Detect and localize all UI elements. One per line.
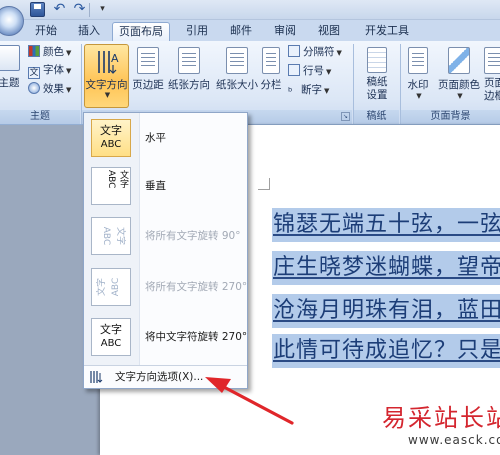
font-icon: 文 [28,67,40,79]
quick-access-separator [89,3,90,17]
draft-settings-button[interactable]: 稿纸 设置 [356,47,398,107]
rotate-chinese-text-icon: 文字 ABC [91,318,131,356]
vertical-text-icon: 文字ABC [91,167,131,205]
themes-group-label: 主题 [30,111,50,122]
paint-bucket-icon [448,47,470,74]
page-color-label: 页面颜色 [438,79,480,91]
group-separator [353,44,354,124]
draft-settings-label-2: 设置 [366,89,388,101]
columns-icon [262,47,280,74]
menu-item-vertical[interactable]: 文字ABC 垂直 [86,163,245,209]
text-direction-icon: A [95,48,119,76]
undo-icon[interactable]: ↶ [52,2,67,17]
columns-button[interactable]: 分栏 [258,47,284,103]
themes-button[interactable]: 主题 [0,45,22,101]
watermark-label: 水印 [407,79,429,91]
rotate-270-text-icon: 文字 ABC [91,268,131,306]
draft-group-label: 稿纸 [366,111,387,122]
page-color-button[interactable]: 页面颜色 ▼ [434,47,484,107]
page-borders-label-2: 边框 [484,90,500,102]
menu-item-label: 将中文字符旋转 270° [145,331,248,343]
watermark-button[interactable]: 水印 ▼ [404,47,432,107]
menu-item-rotate-chinese-270[interactable]: 文字 ABC 将中文字符旋转 270° [86,314,248,360]
dropdown-caret-icon: ▼ [416,92,422,100]
horizontal-text-icon: 文字 ABC [91,119,131,157]
orientation-label: 纸张方向 [168,79,210,91]
page-borders-icon [484,47,500,74]
size-button[interactable]: 纸张大小 [213,47,261,103]
watermark-url: www.easck.com [408,433,500,447]
size-label: 纸张大小 [216,79,258,91]
text-direction-label: 文字方向 [85,79,128,91]
text-direction-menu: 文字 ABC 水平 文字ABC 垂直 文字 ABC 将所有文字旋转 90° 文字 A… [83,112,248,389]
dropdown-caret-icon: ▼ [457,92,463,100]
themes-icon [0,45,20,71]
menu-item-text-direction-options[interactable]: 文字方向选项(X)... [84,366,247,388]
effects-icon [28,82,40,94]
color-palette-icon [28,45,40,57]
tab-references[interactable]: 引用 [180,22,214,41]
theme-colors-button[interactable]: 颜色 ▼ [28,44,71,61]
tab-page-layout[interactable]: 页面布局 [112,22,170,41]
line-numbers-button[interactable]: 行号 ▼ [288,63,331,80]
theme-effects-button[interactable]: 效果 ▼ [28,81,71,98]
breaks-button[interactable]: 分隔符 ▼ [288,44,342,61]
rotate-90-text-icon: 文字 ABC [91,217,131,255]
menu-item-horizontal[interactable]: 文字 ABC 水平 [86,115,245,161]
document-text-line[interactable]: 锦瑟无端五十弦，一弦 [273,208,500,242]
theme-fonts-button[interactable]: 文字体 ▼ [28,62,71,79]
themes-button-label: 主题 [0,77,20,89]
redo-icon[interactable]: ↷ [72,2,87,17]
ribbon-tabs: 开始 插入 页面布局 引用 邮件 审阅 视图 开发工具 [0,6,500,41]
hyphenation-button[interactable]: ᵇ 断字 ▼ [288,82,329,99]
text-direction-button[interactable]: A 文字方向 ▼ [84,44,129,108]
tab-home[interactable]: 开始 [30,22,62,41]
breaks-icon [288,45,300,57]
document-text-line[interactable]: 沧海月明珠有泪，蓝田 [273,294,500,328]
menu-item-label: 将所有文字旋转 270° [145,281,248,293]
dropdown-caret-icon: ▼ [104,91,111,99]
paper-size-icon [226,47,248,74]
document-text-line[interactable]: 此情可待成追忆？只是 [273,334,500,368]
title-bar: ↶ ↷ ▾ [0,0,500,20]
menu-item-label: 文字方向选项(X)... [115,371,204,383]
tab-developer[interactable]: 开发工具 [358,22,416,41]
office-button[interactable] [0,6,24,36]
menu-item-label: 将所有文字旋转 90° [145,230,241,242]
watermark-icon [408,47,428,74]
ribbon: 主题 稿纸 页面背景 ↘ 主题 颜色 ▼ 文字体 ▼ 效果 ▼ A 文字方向 ▼ 页边… [0,41,500,125]
customize-quick-access-icon[interactable]: ▾ [96,2,109,17]
text-direction-options-icon [89,370,103,384]
orientation-icon [178,47,200,74]
tab-view[interactable]: 视图 [312,22,346,41]
draft-paper-icon [367,47,387,73]
tab-review[interactable]: 审阅 [268,22,302,41]
line-numbers-icon [288,64,300,76]
group-separator [400,44,401,124]
page-borders-label-1: 页面 [484,77,500,89]
page-background-group-label: 页面背景 [430,111,471,122]
page-setup-dialog-launcher-icon[interactable]: ↘ [341,112,350,121]
margins-icon [137,47,159,74]
tab-insert[interactable]: 插入 [72,22,106,41]
document-text-line[interactable]: 庄生晓梦迷蝴蝶，望帝 [273,251,500,285]
menu-item-rotate-270[interactable]: 文字 ABC 将所有文字旋转 270° [86,264,248,310]
margins-label: 页边距 [132,79,164,91]
tab-mailings[interactable]: 邮件 [224,22,258,41]
svg-text:A: A [111,52,119,65]
menu-item-rotate-90[interactable]: 文字 ABC 将所有文字旋转 90° [86,213,245,259]
page-borders-button[interactable]: 页面 边框 [484,47,500,107]
save-icon[interactable] [30,2,45,17]
group-separator [81,44,82,124]
hyphenation-icon: ᵇ [288,86,293,98]
orientation-button[interactable]: 纸张方向 [166,47,212,103]
draft-settings-label-1: 稿纸 [366,76,388,88]
columns-label: 分栏 [260,79,282,91]
watermark-logo-text: 易采站长站 [382,404,500,432]
menu-item-label: 垂直 [145,180,166,192]
margins-button[interactable]: 页边距 [131,47,165,103]
menu-item-label: 水平 [145,132,166,144]
page-corner-mark [258,178,270,190]
